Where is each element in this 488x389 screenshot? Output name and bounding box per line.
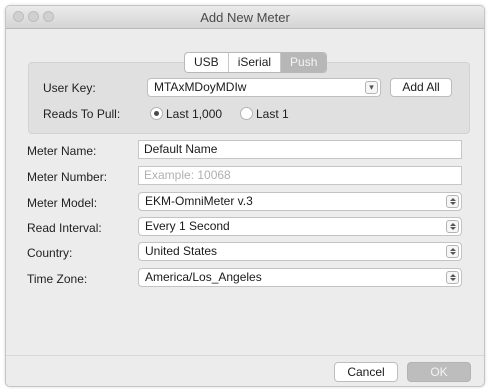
chevron-down-icon: ▾ bbox=[365, 81, 378, 94]
time-zone-label: Time Zone: bbox=[27, 272, 88, 286]
country-label: Country: bbox=[27, 246, 73, 260]
meter-model-label: Meter Model: bbox=[27, 196, 98, 210]
tab-push[interactable]: Push bbox=[281, 53, 327, 72]
footer-divider bbox=[6, 355, 484, 356]
read-interval-value: Every 1 Second bbox=[145, 219, 230, 233]
ok-button[interactable]: OK bbox=[407, 362, 471, 382]
up-down-arrows-icon bbox=[446, 271, 459, 284]
title-bar: Add New Meter bbox=[6, 6, 484, 29]
meter-number-label: Meter Number: bbox=[27, 170, 108, 184]
up-down-arrows-icon bbox=[446, 245, 459, 258]
meter-name-label: Meter Name: bbox=[27, 144, 97, 158]
reads-last-1000-label: Last 1,000 bbox=[166, 107, 223, 121]
time-zone-select[interactable]: America/Los_Angeles bbox=[138, 268, 462, 287]
source-tabs: USB iSerial Push bbox=[184, 52, 328, 73]
tab-usb[interactable]: USB bbox=[185, 53, 229, 72]
user-key-select[interactable]: MTAxMDoyMDIw ▾ bbox=[147, 78, 381, 97]
add-all-button[interactable]: Add All bbox=[390, 78, 452, 97]
tab-iserial[interactable]: iSerial bbox=[229, 53, 282, 72]
reads-to-pull-label: Reads To Pull: bbox=[43, 107, 121, 121]
reads-last-1-label: Last 1 bbox=[256, 107, 289, 121]
meter-model-select[interactable]: EKM-OmniMeter v.3 bbox=[138, 192, 462, 211]
cancel-button[interactable]: Cancel bbox=[334, 362, 398, 382]
up-down-arrows-icon bbox=[446, 220, 459, 233]
read-interval-select[interactable]: Every 1 Second bbox=[138, 217, 462, 236]
read-interval-label: Read Interval: bbox=[27, 221, 102, 235]
time-zone-value: America/Los_Angeles bbox=[145, 270, 262, 284]
user-key-value: MTAxMDoyMDIw bbox=[154, 80, 247, 94]
user-key-label: User Key: bbox=[43, 81, 96, 95]
country-value: United States bbox=[145, 244, 218, 258]
meter-model-value: EKM-OmniMeter v.3 bbox=[145, 194, 253, 208]
country-select[interactable]: United States bbox=[138, 242, 462, 261]
meter-number-field[interactable]: Example: 10068 bbox=[138, 166, 462, 185]
meter-name-field[interactable]: Default Name bbox=[138, 140, 462, 159]
reads-last-1-radio[interactable] bbox=[240, 107, 253, 120]
up-down-arrows-icon bbox=[446, 195, 459, 208]
reads-last-1000-radio[interactable] bbox=[150, 107, 163, 120]
window-title: Add New Meter bbox=[200, 10, 290, 25]
dialog-window: Add New Meter User Key: MTAxMDoyMDIw ▾ A… bbox=[5, 5, 485, 387]
